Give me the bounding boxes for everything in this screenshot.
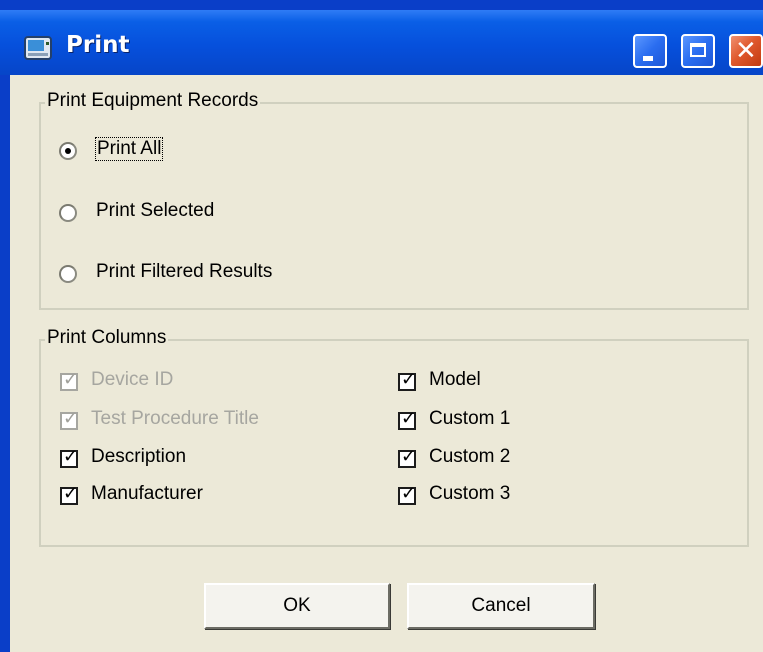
checkbox-label: Model [429, 369, 481, 390]
maximize-button[interactable] [681, 34, 715, 68]
close-button[interactable]: ✕ [729, 34, 763, 68]
group-legend: Print Equipment Records [45, 90, 261, 112]
title-bar[interactable]: Print ✕ [0, 10, 763, 75]
checkbox[interactable]: ✓ [60, 446, 79, 468]
checkbox-label: Manufacturer [91, 483, 203, 504]
checkmark-icon: ✓ [401, 446, 417, 467]
checkbox[interactable]: ✓ [60, 483, 79, 505]
window-title: Print [66, 32, 130, 58]
checkbox-label: Custom 3 [429, 483, 511, 504]
checkbox[interactable]: ✓ [398, 446, 417, 468]
checkbox[interactable]: ✓ [60, 408, 79, 430]
minimize-icon [643, 56, 653, 61]
print-equipment-records-group: Print Equipment Records Print All Print … [39, 90, 749, 310]
checkmark-icon: ✓ [63, 483, 79, 504]
print-columns-group: Print Columns ✓ Device ID ✓ Test Procedu… [39, 327, 749, 547]
checkmark-icon: ✓ [401, 369, 417, 390]
checkbox-label: Custom 1 [429, 408, 511, 429]
checkmark-icon: ✓ [63, 408, 79, 429]
radio-button[interactable] [59, 142, 77, 160]
radio-button[interactable] [59, 265, 77, 283]
checkmark-icon: ✓ [63, 369, 79, 390]
print-dialog: Print ✕ Print Equipment Records Print Al… [0, 0, 763, 652]
checkbox-label: Custom 2 [429, 446, 511, 467]
checkmark-icon: ✓ [401, 483, 417, 504]
checkbox[interactable]: ✓ [60, 369, 79, 391]
checkbox[interactable]: ✓ [398, 369, 417, 391]
close-icon: ✕ [735, 36, 757, 66]
ok-button[interactable]: OK [204, 583, 390, 629]
checkbox[interactable]: ✓ [398, 483, 417, 505]
maximize-icon [690, 43, 706, 57]
group-legend: Print Columns [45, 327, 169, 349]
radio-label: Print Selected [96, 200, 215, 221]
printer-app-icon [24, 36, 52, 60]
checkbox-label: Test Procedure Title [91, 408, 259, 429]
checkbox-label: Device ID [91, 369, 174, 390]
radio-button[interactable] [59, 204, 77, 222]
minimize-button[interactable] [633, 34, 667, 68]
checkmark-icon: ✓ [401, 408, 417, 429]
checkbox-label: Description [91, 446, 187, 467]
dialog-body: Print Equipment Records Print All Print … [10, 75, 763, 652]
checkbox[interactable]: ✓ [398, 408, 417, 430]
radio-label: Print All [94, 137, 164, 161]
cancel-button[interactable]: Cancel [407, 583, 595, 629]
radio-label: Print Filtered Results [96, 261, 273, 282]
checkmark-icon: ✓ [63, 446, 79, 467]
